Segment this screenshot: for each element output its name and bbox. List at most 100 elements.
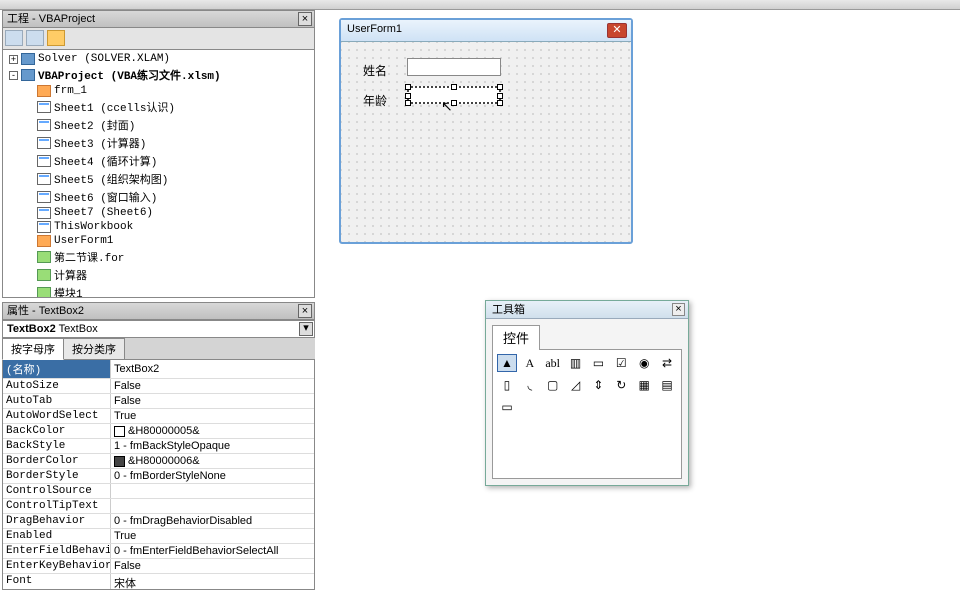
textbox2-selected[interactable] — [407, 86, 501, 104]
toolbox-tool[interactable]: ▤ — [657, 376, 677, 394]
userform-body[interactable]: 姓名 年龄 ↖ — [341, 42, 631, 242]
toolbox-tool[interactable]: ▦ — [634, 376, 654, 394]
tree-item[interactable]: +Solver (SOLVER.XLAM) — [5, 52, 312, 66]
tree-label: VBAProject (VBA练习文件.xlsm) — [38, 67, 221, 83]
property-value[interactable]: False — [111, 379, 314, 393]
tree-item[interactable]: Sheet6 (窗口输入) — [5, 188, 312, 206]
property-row[interactable]: BorderStyle0 - fmBorderStyleNone — [3, 469, 314, 484]
toolbox-window[interactable]: 工具箱 × 控件 ▲Aabl▥▭☑◉⇄ ▯◟▢◿⇕↻▦▤ ▭ — [485, 300, 689, 486]
resize-handle[interactable] — [405, 84, 411, 90]
toolbox-tool[interactable]: ◿ — [566, 376, 586, 394]
project-tree[interactable]: +Solver (SOLVER.XLAM) - VBAProject (VBA练习文… — [2, 50, 315, 298]
tree-item[interactable]: Sheet5 (组织架构图) — [5, 170, 312, 188]
expander-icon[interactable]: + — [9, 55, 18, 64]
userform-window[interactable]: UserForm1 ✕ 姓名 年龄 ↖ — [339, 18, 633, 244]
tree-item[interactable]: UserForm1 — [5, 234, 312, 248]
resize-handle[interactable] — [405, 93, 411, 99]
toolbox-tool[interactable]: ▭ — [497, 398, 517, 416]
resize-handle[interactable] — [405, 100, 411, 106]
tree-item[interactable]: 模块1 — [5, 284, 312, 298]
label-age[interactable]: 年龄 — [363, 92, 387, 109]
property-value[interactable] — [111, 499, 314, 513]
toolbox-tool[interactable]: ▲ — [497, 354, 517, 372]
dropdown-icon[interactable]: ▾ — [299, 322, 313, 336]
properties-close-icon[interactable]: × — [298, 304, 312, 318]
resize-handle[interactable] — [451, 84, 457, 90]
property-value[interactable]: 0 - fmBorderStyleNone — [111, 469, 314, 483]
property-value[interactable]: TextBox2 — [111, 360, 314, 378]
toolbox-tool[interactable]: ◟ — [520, 376, 540, 394]
resize-handle[interactable] — [497, 84, 503, 90]
property-row[interactable]: DragBehavior0 - fmDragBehaviorDisabled — [3, 514, 314, 529]
property-row[interactable]: ControlSource — [3, 484, 314, 499]
project-panel-title: 工程 - VBAProject × — [2, 10, 315, 28]
toolbox-tool[interactable]: ▯ — [497, 376, 517, 394]
property-value[interactable]: 0 - fmDragBehaviorDisabled — [111, 514, 314, 528]
property-value[interactable]: True — [111, 409, 314, 423]
toolbox-tool[interactable]: ▢ — [543, 376, 563, 394]
property-value[interactable]: &H80000005& — [111, 424, 314, 438]
toolbox-tool[interactable]: ⇄ — [657, 354, 677, 372]
sheet-icon — [37, 155, 51, 167]
property-row[interactable]: (名称)TextBox2 — [3, 360, 314, 379]
tree-item[interactable]: 计算器 — [5, 266, 312, 284]
property-value[interactable]: False — [111, 394, 314, 408]
toolbox-titlebar[interactable]: 工具箱 × — [486, 301, 688, 319]
object-selector[interactable]: TextBox2 TextBox ▾ — [2, 320, 315, 338]
property-value[interactable]: &H80000006& — [111, 454, 314, 468]
view-object-icon[interactable] — [26, 30, 44, 46]
expander-icon[interactable]: - — [9, 71, 18, 80]
property-row[interactable]: BackStyle1 - fmBackStyleOpaque — [3, 439, 314, 454]
tree-item[interactable]: Sheet4 (循环计算) — [5, 152, 312, 170]
property-row[interactable]: EnterFieldBehavior0 - fmEnterFieldBehavi… — [3, 544, 314, 559]
tree-item[interactable]: Sheet1 (ccells认识) — [5, 98, 312, 116]
toolbox-tab-controls[interactable]: 控件 — [492, 325, 540, 350]
properties-grid[interactable]: (名称)TextBox2AutoSizeFalseAutoTabFalseAut… — [2, 360, 315, 590]
userform-close-icon[interactable]: ✕ — [607, 23, 627, 38]
toolbox-tool[interactable]: ↻ — [611, 376, 631, 394]
property-row[interactable]: BackColor&H80000005& — [3, 424, 314, 439]
property-value[interactable]: 宋体 — [111, 574, 314, 590]
toolbox-tool[interactable]: A — [520, 354, 540, 372]
project-panel-close-icon[interactable]: × — [298, 12, 312, 26]
toolbox-close-icon[interactable]: × — [672, 303, 685, 316]
view-code-icon[interactable] — [5, 30, 23, 46]
tree-item[interactable]: Sheet7 (Sheet6) — [5, 206, 312, 220]
tree-item[interactable]: ThisWorkbook — [5, 220, 312, 234]
property-row[interactable]: BorderColor&H80000006& — [3, 454, 314, 469]
tab-alphabetic[interactable]: 按字母序 — [2, 338, 64, 360]
property-row[interactable]: AutoTabFalse — [3, 394, 314, 409]
property-value[interactable]: 0 - fmEnterFieldBehaviorSelectAll — [111, 544, 314, 558]
property-row[interactable]: ControlTipText — [3, 499, 314, 514]
tree-item[interactable]: Sheet2 (封面) — [5, 116, 312, 134]
tree-item[interactable]: Sheet3 (计算器) — [5, 134, 312, 152]
toolbox-tool[interactable]: ▥ — [566, 354, 586, 372]
toolbox-tool[interactable]: ⇕ — [589, 376, 609, 394]
property-row[interactable]: EnabledTrue — [3, 529, 314, 544]
property-row[interactable]: Font宋体 — [3, 574, 314, 590]
property-value[interactable]: False — [111, 559, 314, 573]
sheet-icon — [37, 119, 51, 131]
resize-handle[interactable] — [497, 100, 503, 106]
textbox1[interactable] — [407, 58, 501, 76]
toggle-folders-icon[interactable] — [47, 30, 65, 46]
property-value[interactable]: True — [111, 529, 314, 543]
toolbox-tool[interactable]: ◉ — [634, 354, 654, 372]
tab-categorized[interactable]: 按分类序 — [63, 338, 125, 359]
resize-handle[interactable] — [497, 93, 503, 99]
tree-item[interactable]: - VBAProject (VBA练习文件.xlsm) — [5, 66, 312, 84]
tree-item[interactable]: 第二节课.for — [5, 248, 312, 266]
toolbox-tool[interactable]: abl — [543, 354, 563, 372]
userform-title-text: UserForm1 — [347, 23, 402, 35]
property-row[interactable]: AutoWordSelectTrue — [3, 409, 314, 424]
tree-item[interactable]: frm_1 — [5, 84, 312, 98]
property-value[interactable] — [111, 484, 314, 498]
toolbox-tool[interactable]: ☑ — [611, 354, 631, 372]
property-value[interactable]: 1 - fmBackStyleOpaque — [111, 439, 314, 453]
label-name[interactable]: 姓名 — [363, 62, 387, 79]
property-row[interactable]: EnterKeyBehaviorFalse — [3, 559, 314, 574]
resize-handle[interactable] — [451, 100, 457, 106]
property-row[interactable]: AutoSizeFalse — [3, 379, 314, 394]
tree-label: 计算器 — [54, 267, 87, 283]
toolbox-tool[interactable]: ▭ — [589, 354, 609, 372]
